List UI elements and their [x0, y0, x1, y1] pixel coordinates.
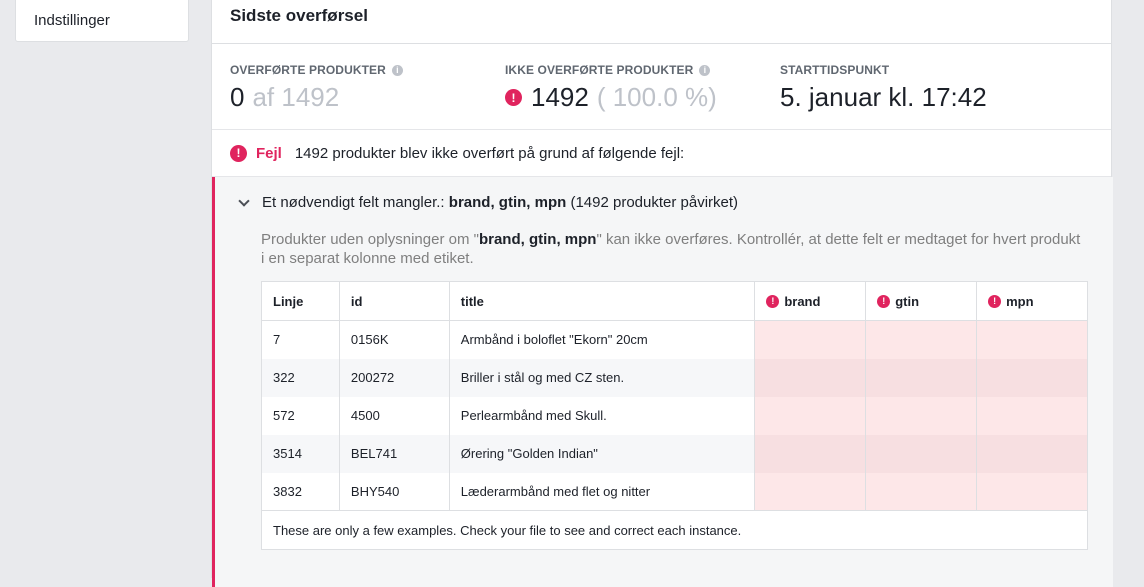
cell-linje: 322	[261, 358, 340, 397]
table-row: 3514 BEL741 Ørering "Golden Indian"	[261, 434, 1088, 473]
cell-id: BEL741	[339, 434, 450, 473]
examples-table: Linje id title ! brand ! gtin ! mpn 7 0156K…	[261, 281, 1088, 550]
table-row: 572 4500 Perlearmbånd med Skull.	[261, 396, 1088, 435]
cell-title: Læderarmbånd med flet og nitter	[449, 472, 756, 511]
panel-header: Sidste overførsel	[212, 0, 1111, 44]
error-icon: !	[766, 294, 780, 308]
cell-mpn-missing	[976, 434, 1088, 473]
cell-id: 0156K	[339, 320, 450, 359]
table-row: 3832 BHY540 Læderarmbånd med flet og nit…	[261, 472, 1088, 511]
error-summary: ! Fejl 1492 produkter blev ikke overført…	[212, 130, 1111, 177]
stat-transferred-label: OVERFØRTE PRODUKTER i	[230, 63, 403, 77]
error-message: 1492 produkter blev ikke overført på gru…	[294, 144, 685, 162]
error-detail-toggle[interactable]: Et nødvendigt felt mangler.: brand, gtin…	[236, 194, 738, 211]
error-detail-fields: brand, gtin, mpn	[448, 194, 567, 211]
cell-mpn-missing	[976, 358, 1088, 397]
stats-row: OVERFØRTE PRODUKTER i 0 af 1492 IKKE OVE…	[212, 44, 1111, 130]
cell-brand-missing	[754, 358, 867, 397]
sidebar-card: Indstillinger	[15, 0, 189, 42]
cell-linje: 572	[261, 396, 340, 435]
column-header-title: title	[449, 281, 756, 321]
column-header-gtin: ! gtin	[865, 281, 978, 321]
error-detail-description: Produkter uden oplysninger om "brand, gt…	[261, 230, 1081, 268]
error-icon: !	[988, 294, 1002, 308]
table-header-row: Linje id title ! brand ! gtin ! mpn	[261, 281, 1088, 321]
cell-linje: 3832	[261, 472, 340, 511]
cell-id: 200272	[339, 358, 450, 397]
cell-id: 4500	[339, 396, 450, 435]
cell-gtin-missing	[865, 434, 978, 473]
column-header-mpn-label: mpn	[1006, 293, 1034, 309]
table-row: 7 0156K Armbånd i boloflet "Ekorn" 20cm	[261, 320, 1088, 359]
stat-transferred-value: 0 af 1492	[230, 82, 403, 113]
cell-linje: 7	[261, 320, 340, 359]
cell-brand-missing	[754, 320, 867, 359]
info-icon[interactable]: i	[391, 64, 403, 76]
stat-start-time-label: STARTTIDSPUNKT	[780, 63, 890, 77]
stat-transferred-total: af 1492	[252, 82, 340, 112]
cell-mpn-missing	[976, 396, 1088, 435]
cell-mpn-missing	[976, 320, 1088, 359]
column-header-gtin-label: gtin	[895, 293, 920, 309]
cell-gtin-missing	[865, 396, 978, 435]
error-detail-prefix: Et nødvendigt felt mangler.:	[262, 194, 445, 211]
cell-id: BHY540	[339, 472, 450, 511]
cell-gtin-missing	[865, 320, 978, 359]
description-prefix: Produkter uden oplysninger om "	[261, 231, 479, 248]
last-transfer-panel: Sidste overførsel OVERFØRTE PRODUKTER i …	[211, 0, 1113, 587]
cell-title: Briller i stål og med CZ sten.	[449, 358, 756, 397]
stat-not-transferred-count: 1492	[531, 82, 589, 112]
panel-title: Sidste overførsel	[230, 6, 368, 25]
column-header-id: id	[339, 281, 450, 321]
stat-transferred: OVERFØRTE PRODUKTER i 0 af 1492	[230, 63, 403, 113]
error-icon: !	[877, 294, 891, 308]
cell-title: Armbånd i boloflet "Ekorn" 20cm	[449, 320, 756, 359]
error-tag: Fejl	[256, 144, 282, 162]
column-header-brand-label: brand	[784, 293, 821, 309]
stat-transferred-count: 0	[230, 82, 245, 112]
cell-gtin-missing	[865, 358, 978, 397]
table-footer-row: These are only a few examples. Check you…	[261, 510, 1088, 550]
stat-transferred-label-text: OVERFØRTE PRODUKTER	[230, 63, 386, 77]
error-detail-affected: (1492 produkter påvirket)	[570, 194, 739, 211]
cell-title: Perlearmbånd med Skull.	[449, 396, 756, 435]
stat-not-transferred: IKKE OVERFØRTE PRODUKTER i ! 1492 ( 100.…	[505, 63, 717, 113]
cell-title: Ørering "Golden Indian"	[449, 434, 756, 473]
table-row: 322 200272 Briller i stål og med CZ sten…	[261, 358, 1088, 397]
stat-not-transferred-label-text: IKKE OVERFØRTE PRODUKTER	[505, 63, 694, 77]
cell-brand-missing	[754, 472, 867, 511]
sidebar-item-settings[interactable]: Indstillinger	[34, 12, 110, 29]
stat-not-transferred-percent: ( 100.0 %)	[596, 82, 717, 112]
error-icon: !	[505, 89, 522, 106]
cell-linje: 3514	[261, 434, 340, 473]
stat-not-transferred-label: IKKE OVERFØRTE PRODUKTER i	[505, 63, 717, 77]
stat-start-time: STARTTIDSPUNKT 5. januar kl. 17:42	[780, 63, 987, 113]
cell-mpn-missing	[976, 472, 1088, 511]
cell-brand-missing	[754, 434, 867, 473]
cell-brand-missing	[754, 396, 867, 435]
column-header-linje: Linje	[261, 281, 340, 321]
chevron-down-icon[interactable]	[238, 194, 250, 207]
cell-gtin-missing	[865, 472, 978, 511]
error-detail: Et nødvendigt felt mangler.: brand, gtin…	[212, 177, 1113, 587]
stat-not-transferred-value: ! 1492 ( 100.0 %)	[505, 82, 717, 113]
error-icon: !	[230, 144, 247, 162]
description-fields: brand, gtin, mpn	[478, 231, 597, 248]
info-icon[interactable]: i	[699, 64, 711, 76]
stat-start-time-value: 5. januar kl. 17:42	[780, 82, 987, 112]
column-header-mpn: ! mpn	[976, 281, 1088, 321]
table-footer-note: These are only a few examples. Check you…	[261, 510, 1088, 550]
column-header-brand: ! brand	[754, 281, 867, 321]
